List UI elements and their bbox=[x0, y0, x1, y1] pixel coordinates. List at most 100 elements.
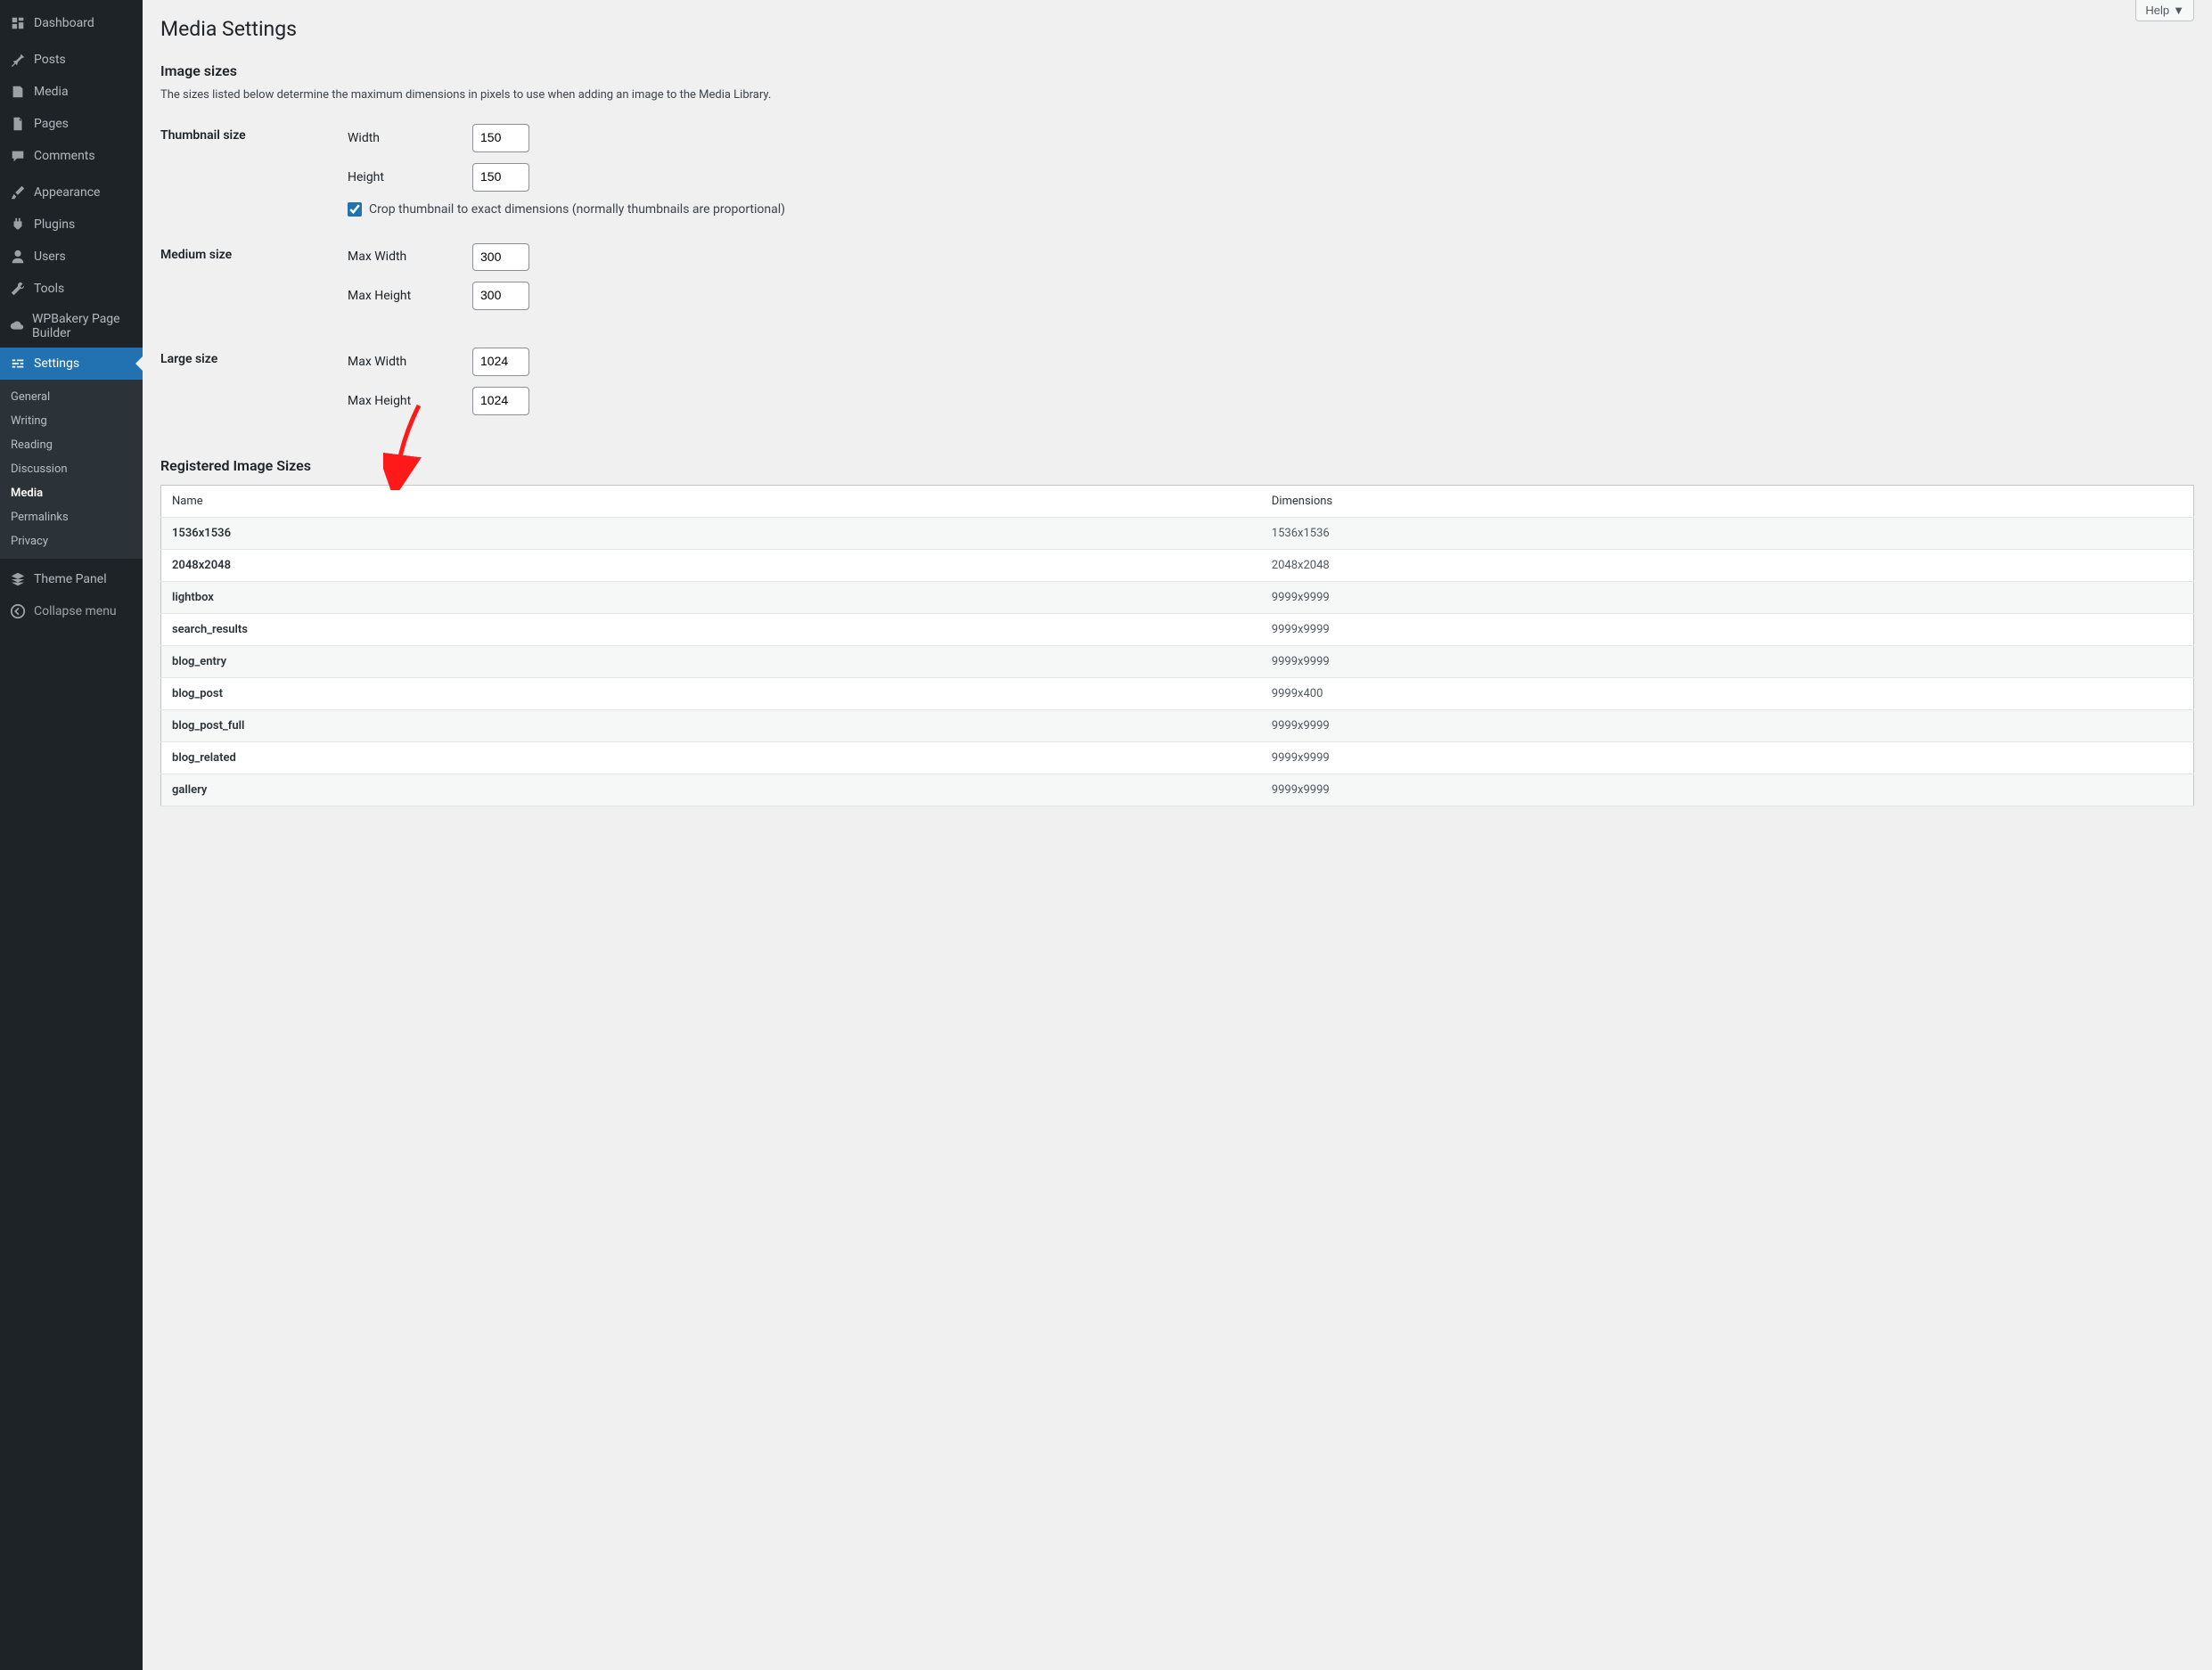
table-row: 2048x20482048x2048 bbox=[161, 549, 2194, 581]
admin-sidebar: Dashboard Posts Media Pages Comments App… bbox=[0, 0, 143, 1670]
sidebar-item-label: Tools bbox=[34, 282, 64, 296]
collapse-menu-button[interactable]: Collapse menu bbox=[0, 595, 143, 627]
large-height-label: Max Height bbox=[348, 394, 472, 408]
sidebar-item-label: Settings bbox=[34, 356, 79, 371]
sidebar-item-label: WPBakery Page Builder bbox=[32, 312, 135, 340]
help-label: Help bbox=[2145, 4, 2169, 17]
size-dimensions: 9999x9999 bbox=[1261, 645, 2194, 677]
submenu-item-privacy[interactable]: Privacy bbox=[0, 529, 143, 553]
thumbnail-crop-label: Crop thumbnail to exact dimensions (norm… bbox=[369, 202, 785, 217]
submenu-item-general[interactable]: General bbox=[0, 385, 143, 409]
help-button[interactable]: Help ▼ bbox=[2135, 0, 2194, 21]
image-sizes-description: The sizes listed below determine the max… bbox=[160, 88, 2194, 102]
comments-icon bbox=[9, 147, 27, 165]
table-header-name: Name bbox=[161, 485, 1261, 517]
image-sizes-heading: Image sizes bbox=[160, 62, 2194, 79]
wrench-icon bbox=[9, 280, 27, 298]
plug-icon bbox=[9, 216, 27, 233]
collapse-label: Collapse menu bbox=[34, 604, 117, 618]
thumbnail-width-input[interactable] bbox=[472, 124, 529, 152]
table-row: blog_post9999x400 bbox=[161, 677, 2194, 709]
settings-submenu: General Writing Reading Discussion Media… bbox=[0, 380, 143, 559]
image-sizes-form: Thumbnail size Width Height Crop thumbna… bbox=[160, 111, 2194, 439]
medium-height-label: Max Height bbox=[348, 289, 472, 303]
table-row: blog_post_full9999x9999 bbox=[161, 709, 2194, 741]
size-dimensions: 9999x9999 bbox=[1261, 581, 2194, 613]
collapse-icon bbox=[9, 602, 27, 620]
media-icon bbox=[9, 83, 27, 101]
registered-sizes-heading: Registered Image Sizes bbox=[160, 457, 2194, 474]
size-dimensions: 9999x9999 bbox=[1261, 741, 2194, 774]
large-width-input[interactable] bbox=[472, 348, 529, 376]
pages-icon bbox=[9, 115, 27, 133]
size-name: search_results bbox=[161, 613, 1261, 645]
thumbnail-height-label: Height bbox=[348, 170, 472, 184]
sidebar-item-tools[interactable]: Tools bbox=[0, 273, 143, 305]
table-row: lightbox9999x9999 bbox=[161, 581, 2194, 613]
medium-height-input[interactable] bbox=[472, 282, 529, 310]
size-dimensions: 9999x9999 bbox=[1261, 774, 2194, 806]
table-row: blog_entry9999x9999 bbox=[161, 645, 2194, 677]
sidebar-item-label: Plugins bbox=[34, 217, 75, 232]
pin-icon bbox=[9, 51, 27, 69]
sidebar-item-label: Comments bbox=[34, 149, 95, 163]
size-name: 1536x1536 bbox=[161, 517, 1261, 549]
size-name: blog_related bbox=[161, 741, 1261, 774]
sidebar-item-pages[interactable]: Pages bbox=[0, 108, 143, 140]
user-icon bbox=[9, 248, 27, 266]
submenu-item-discussion[interactable]: Discussion bbox=[0, 457, 143, 481]
sidebar-item-settings[interactable]: Settings bbox=[0, 348, 143, 380]
main-content: Help ▼ Media Settings Image sizes The si… bbox=[143, 0, 2212, 1670]
submenu-item-media[interactable]: Media bbox=[0, 481, 143, 505]
sidebar-item-posts[interactable]: Posts bbox=[0, 44, 143, 76]
medium-width-label: Max Width bbox=[348, 250, 472, 264]
sidebar-item-wpbakery[interactable]: WPBakery Page Builder bbox=[0, 305, 143, 348]
thumbnail-height-input[interactable] bbox=[472, 163, 529, 192]
sidebar-item-label: Dashboard bbox=[34, 16, 94, 30]
table-row: blog_related9999x9999 bbox=[161, 741, 2194, 774]
table-row: 1536x15361536x1536 bbox=[161, 517, 2194, 549]
size-dimensions: 2048x2048 bbox=[1261, 549, 2194, 581]
cloud-icon bbox=[9, 317, 25, 335]
sidebar-item-label: Appearance bbox=[34, 185, 100, 200]
size-name: blog_post_full bbox=[161, 709, 1261, 741]
table-row: gallery9999x9999 bbox=[161, 774, 2194, 806]
sidebar-item-label: Pages bbox=[34, 117, 69, 131]
table-row: search_results9999x9999 bbox=[161, 613, 2194, 645]
sidebar-item-media[interactable]: Media bbox=[0, 76, 143, 108]
sidebar-item-plugins[interactable]: Plugins bbox=[0, 209, 143, 241]
large-width-label: Max Width bbox=[348, 355, 472, 369]
submenu-item-reading[interactable]: Reading bbox=[0, 433, 143, 457]
large-height-input[interactable] bbox=[472, 387, 529, 415]
size-dimensions: 9999x9999 bbox=[1261, 709, 2194, 741]
submenu-item-permalinks[interactable]: Permalinks bbox=[0, 505, 143, 529]
medium-width-input[interactable] bbox=[472, 243, 529, 272]
medium-size-label: Medium size bbox=[160, 230, 339, 335]
size-name: blog_entry bbox=[161, 645, 1261, 677]
sliders-icon bbox=[9, 355, 27, 372]
size-name: blog_post bbox=[161, 677, 1261, 709]
size-dimensions: 9999x9999 bbox=[1261, 613, 2194, 645]
sidebar-item-label: Users bbox=[34, 250, 66, 264]
sidebar-item-label: Media bbox=[34, 85, 69, 99]
thumbnail-width-label: Width bbox=[348, 131, 472, 145]
brush-icon bbox=[9, 184, 27, 201]
size-name: gallery bbox=[161, 774, 1261, 806]
dashboard-icon bbox=[9, 14, 27, 32]
sidebar-item-theme-panel[interactable]: Theme Panel bbox=[0, 563, 143, 595]
sidebar-item-dashboard[interactable]: Dashboard bbox=[0, 7, 143, 39]
size-name: lightbox bbox=[161, 581, 1261, 613]
registered-sizes-table: Name Dimensions 1536x15361536x15362048x2… bbox=[160, 485, 2194, 806]
sidebar-item-comments[interactable]: Comments bbox=[0, 140, 143, 172]
sidebar-item-users[interactable]: Users bbox=[0, 241, 143, 273]
large-size-label: Large size bbox=[160, 334, 339, 439]
thumbnail-size-label: Thumbnail size bbox=[160, 111, 339, 230]
submenu-item-writing[interactable]: Writing bbox=[0, 409, 143, 433]
table-header-dimensions: Dimensions bbox=[1261, 485, 2194, 517]
sidebar-item-appearance[interactable]: Appearance bbox=[0, 176, 143, 209]
size-name: 2048x2048 bbox=[161, 549, 1261, 581]
chevron-down-icon: ▼ bbox=[2173, 4, 2184, 17]
thumbnail-crop-checkbox[interactable] bbox=[348, 202, 362, 217]
layers-icon bbox=[9, 570, 27, 588]
size-dimensions: 1536x1536 bbox=[1261, 517, 2194, 549]
